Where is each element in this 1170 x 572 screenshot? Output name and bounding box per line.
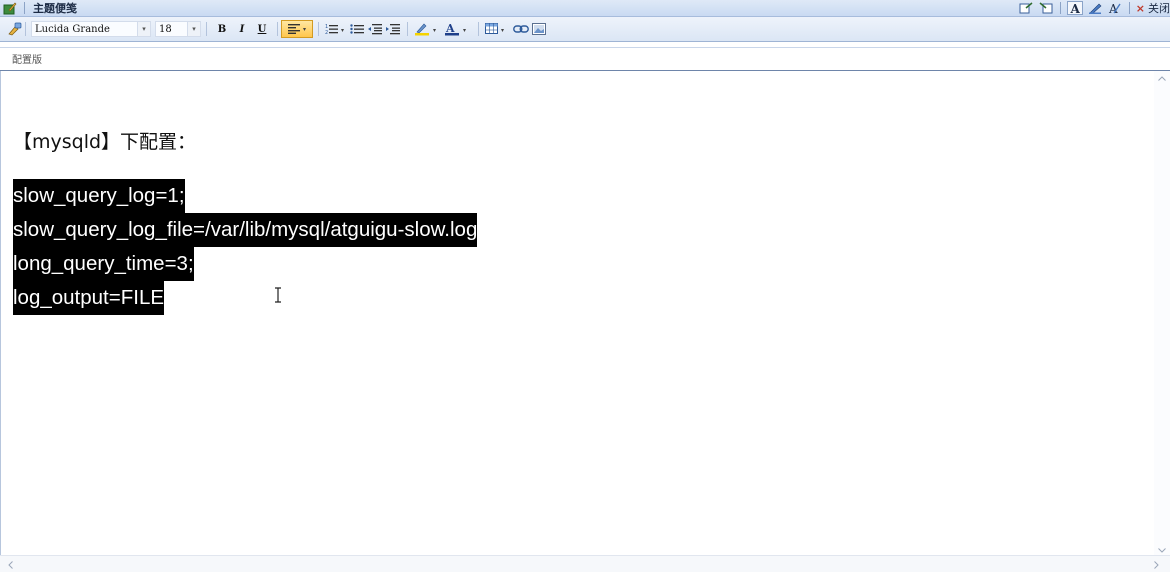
- link-icon: [513, 25, 529, 33]
- close-icon: ×: [1135, 1, 1145, 15]
- text-style-icon[interactable]: A: [1107, 1, 1123, 15]
- close-separator: [1128, 2, 1130, 14]
- scroll-right-icon[interactable]: [1148, 556, 1164, 572]
- scroll-left-icon[interactable]: [2, 556, 18, 572]
- horizontal-scrollbar[interactable]: [0, 555, 1170, 572]
- font-family-value: Lucida Grande: [35, 23, 110, 35]
- align-left-icon: [287, 24, 300, 34]
- svg-text:▾: ▾: [341, 27, 344, 34]
- config-line: slow_query_log_file=/var/lib/mysql/atgui…: [13, 213, 478, 247]
- align-left-button[interactable]: ▾: [281, 20, 313, 38]
- svg-text:▾: ▾: [463, 27, 466, 34]
- config-line: slow_query_log=1;: [13, 179, 185, 213]
- font-family-select[interactable]: Lucida Grande ▾: [31, 21, 151, 37]
- italic-button[interactable]: I: [232, 20, 252, 38]
- increase-indent-icon: [386, 24, 400, 35]
- note-edit-icon[interactable]: [3, 1, 17, 15]
- window-title: 主题便笺: [33, 2, 77, 15]
- format-painter-icon[interactable]: [5, 20, 23, 38]
- bullet-list-button[interactable]: [348, 20, 366, 38]
- toolbar-separator: [25, 22, 26, 36]
- toolbar-bottom-line: [0, 47, 1170, 48]
- toolbar-separator: [206, 22, 207, 36]
- table-icon: ▾: [485, 23, 504, 34]
- toolbar-separator: [478, 22, 479, 36]
- font-size-select[interactable]: 18 ▾: [155, 21, 201, 37]
- title-controls-separator: [1059, 2, 1061, 14]
- toolbar-separator: [277, 22, 278, 36]
- underline-button[interactable]: U: [252, 20, 272, 38]
- note-editor-window: 主题便笺 A A × 关闭 Lucida Grande ▾ 18 ▾ B I U…: [0, 0, 1170, 572]
- note-tab-bar: 配置版: [0, 49, 1170, 71]
- close-label: 关闭: [1148, 2, 1170, 15]
- insert-link-button[interactable]: [512, 20, 530, 38]
- text-mode-icon[interactable]: A: [1066, 1, 1083, 15]
- export-icon[interactable]: [1018, 1, 1034, 15]
- increase-indent-button[interactable]: [384, 20, 402, 38]
- decrease-indent-icon: [368, 24, 382, 35]
- svg-text:2: 2: [325, 30, 328, 35]
- highlight-button[interactable]: ▾: [413, 20, 443, 38]
- chevron-down-icon[interactable]: ▾: [187, 22, 200, 36]
- insert-table-button[interactable]: ▾: [484, 20, 512, 38]
- import-icon[interactable]: [1038, 1, 1054, 15]
- highlight-pen-icon: ▾: [415, 23, 436, 36]
- title-bar: 主题便笺 A A × 关闭: [0, 0, 1170, 17]
- toolbar-separator: [318, 22, 319, 36]
- title-separator: [24, 2, 25, 14]
- image-icon: [532, 23, 546, 35]
- pen-mode-icon[interactable]: [1087, 1, 1103, 15]
- chevron-down-icon[interactable]: ▾: [137, 22, 150, 36]
- config-line: log_output=FILE: [13, 281, 165, 315]
- vertical-scrollbar[interactable]: [1154, 71, 1170, 557]
- font-color-icon: A ▾: [445, 22, 466, 36]
- note-tab-label[interactable]: 配置版: [12, 51, 42, 66]
- title-bar-controls: A A × 关闭: [1018, 0, 1170, 16]
- content-heading: 【mysqld】下配置：: [13, 131, 197, 153]
- bold-button[interactable]: B: [212, 20, 232, 38]
- svg-text:▾: ▾: [501, 27, 504, 34]
- svg-text:A: A: [1069, 2, 1080, 14]
- config-line: long_query_time=3;: [13, 247, 194, 281]
- numbered-list-button[interactable]: 1 2 ▾: [324, 20, 348, 38]
- font-size-value: 18: [159, 23, 172, 35]
- bullet-list-icon: [350, 24, 364, 34]
- font-color-button[interactable]: A ▾: [443, 20, 473, 38]
- close-button[interactable]: × 关闭: [1136, 0, 1170, 16]
- decrease-indent-button[interactable]: [366, 20, 384, 38]
- insert-image-button[interactable]: [530, 20, 548, 38]
- editor-area[interactable]: 【mysqld】下配置： slow_query_log=1; slow_quer…: [0, 71, 1170, 572]
- format-toolbar: Lucida Grande ▾ 18 ▾ B I U ▾ 1 2 ▾ ▾ A ▾…: [0, 17, 1170, 42]
- chevron-down-icon: ▾: [302, 25, 306, 33]
- text-cursor-icon: [275, 287, 281, 303]
- toolbar-separator: [407, 22, 408, 36]
- svg-text:▾: ▾: [433, 27, 436, 34]
- numbered-list-icon: 12 ▾: [325, 24, 344, 35]
- scroll-up-icon[interactable]: [1154, 71, 1170, 85]
